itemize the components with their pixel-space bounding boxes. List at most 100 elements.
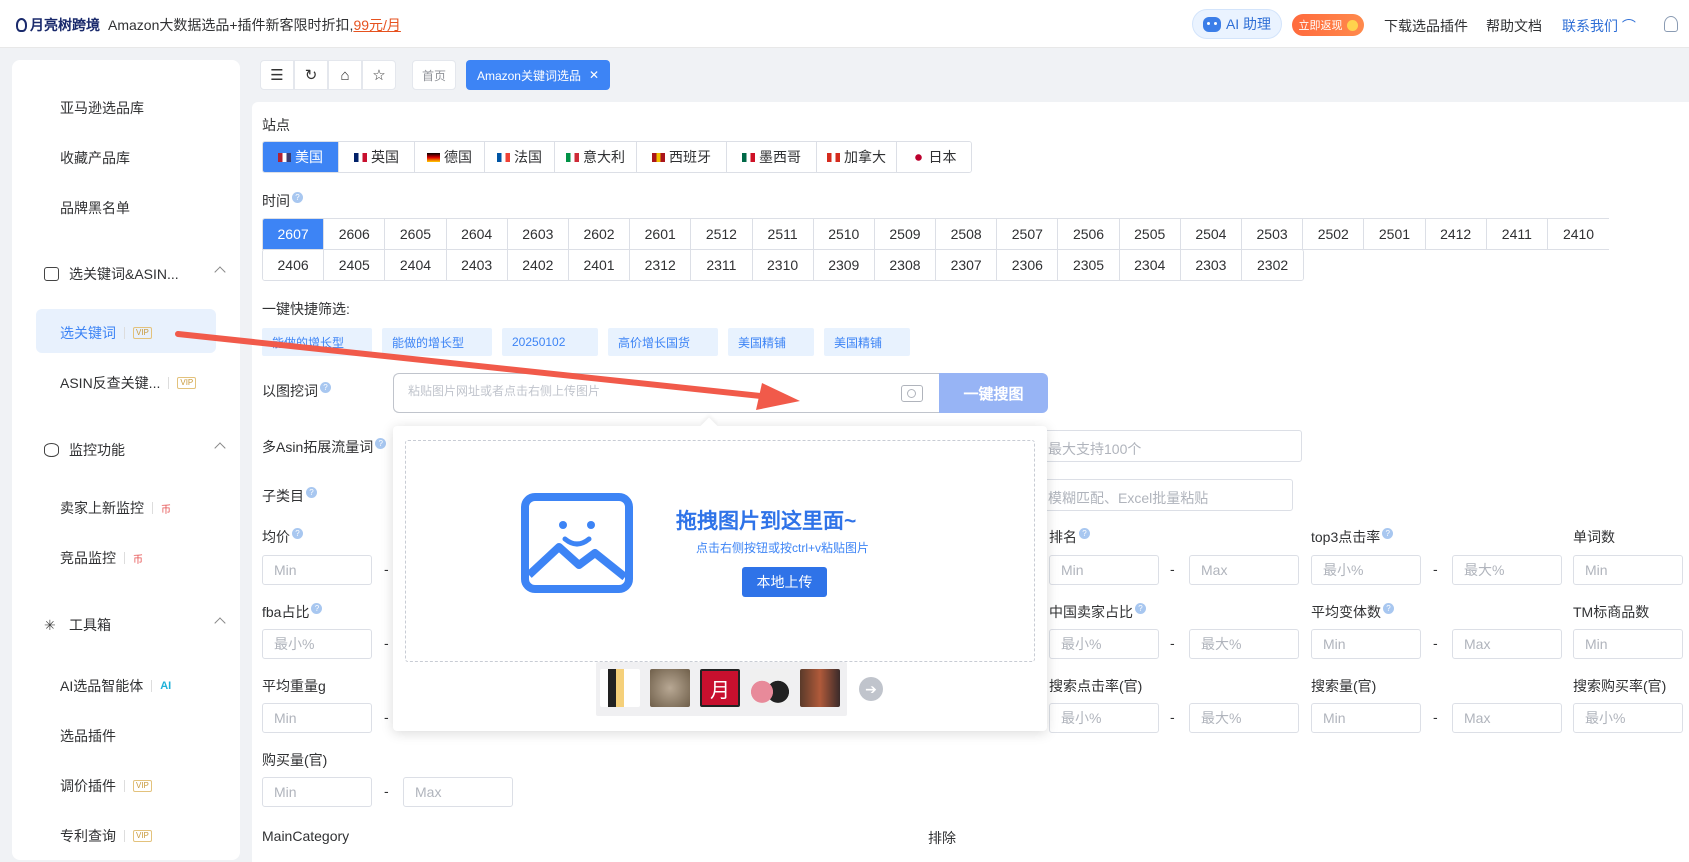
- time-option[interactable]: 2406: [263, 250, 325, 280]
- time-option[interactable]: 2306: [997, 250, 1059, 280]
- time-option[interactable]: 2410: [1547, 219, 1610, 249]
- top3-ctr-min-input[interactable]: 最小%: [1311, 555, 1421, 585]
- local-upload-button[interactable]: 本地上传: [742, 567, 827, 597]
- time-option[interactable]: 2401: [568, 250, 631, 280]
- site-option-5[interactable]: 西班牙: [637, 142, 727, 172]
- help-icon[interactable]: ?: [306, 487, 317, 499]
- help-icon[interactable]: ?: [292, 192, 303, 204]
- cn-seller-min-input[interactable]: 最小%: [1049, 629, 1159, 659]
- time-option[interactable]: 2505: [1119, 219, 1181, 249]
- subcategory-input[interactable]: 模糊匹配、Excel批量粘贴: [1037, 479, 1293, 511]
- image-url-field[interactable]: [393, 373, 939, 413]
- time-option[interactable]: 2304: [1119, 250, 1181, 280]
- logo[interactable]: 月亮树跨境: [16, 15, 100, 35]
- help-icon[interactable]: ?: [375, 438, 387, 450]
- sidebar-group-monitor[interactable]: 监控功能: [44, 440, 226, 460]
- site-option-1[interactable]: 英国: [339, 142, 415, 172]
- tm-count-min-input[interactable]: Min: [1573, 629, 1683, 659]
- camera-icon[interactable]: [901, 385, 923, 402]
- time-option[interactable]: 2307: [936, 250, 998, 280]
- time-option[interactable]: 2310: [752, 250, 814, 280]
- image-drop-zone[interactable]: 拖拽图片到这里面~ 点击右侧按钮或按ctrl+v粘贴图片 本地上传: [405, 440, 1035, 662]
- rank-max-input[interactable]: Max: [1189, 555, 1299, 585]
- time-option[interactable]: 2508: [936, 219, 998, 249]
- promo-price[interactable]: 99元/月: [353, 17, 400, 33]
- recent-image-thumb[interactable]: 月: [700, 669, 740, 707]
- tab-amazon-keywords[interactable]: Amazon关键词选品 ✕: [466, 60, 610, 90]
- time-option[interactable]: 2412: [1425, 219, 1487, 249]
- site-option-3[interactable]: 法国: [485, 142, 555, 172]
- site-option-2[interactable]: 德国: [415, 142, 485, 172]
- site-option-8[interactable]: 日本: [897, 142, 971, 172]
- rank-min-input[interactable]: Min: [1049, 555, 1159, 585]
- time-option[interactable]: 2604: [446, 219, 508, 249]
- help-icon[interactable]: ?: [1135, 603, 1146, 615]
- sidebar-group-tools[interactable]: ✳ 工具箱: [44, 615, 226, 635]
- quick-filter-1[interactable]: 能做的增长型: [262, 328, 372, 356]
- time-option[interactable]: 2601: [630, 219, 692, 249]
- time-option[interactable]: 2302: [1242, 250, 1304, 280]
- sidebar-item-seller-monitor[interactable]: 卖家上新监控 币: [60, 498, 171, 518]
- time-option[interactable]: 2602: [568, 219, 631, 249]
- time-option[interactable]: 2603: [507, 219, 569, 249]
- time-option[interactable]: 2504: [1180, 219, 1242, 249]
- time-option[interactable]: 2607: [263, 219, 325, 249]
- time-option[interactable]: 2510: [813, 219, 875, 249]
- close-icon[interactable]: ✕: [589, 68, 599, 82]
- time-option[interactable]: 2308: [874, 250, 937, 280]
- sidebar-item-asin-reverse[interactable]: ASIN反查关键... VIP: [60, 373, 197, 393]
- time-option[interactable]: 2502: [1303, 219, 1365, 249]
- time-option[interactable]: 2506: [1058, 219, 1120, 249]
- site-option-4[interactable]: 意大利: [555, 142, 637, 172]
- help-icon[interactable]: ?: [292, 528, 303, 540]
- sidebar-item-favorites[interactable]: 收藏产品库: [60, 148, 130, 168]
- image-search-button[interactable]: 一键搜图: [939, 373, 1048, 413]
- time-option[interactable]: 2507: [997, 219, 1059, 249]
- search-ctr-min-input[interactable]: 最小%: [1049, 703, 1159, 733]
- site-option-0[interactable]: 美国: [263, 142, 339, 172]
- avg-price-min-input[interactable]: Min: [262, 555, 372, 585]
- time-option[interactable]: 2509: [874, 219, 937, 249]
- recent-image-thumb[interactable]: [800, 669, 840, 707]
- tab-home[interactable]: 首页: [412, 60, 456, 90]
- help-icon[interactable]: ?: [320, 382, 331, 394]
- time-option[interactable]: 2404: [385, 250, 447, 280]
- time-option[interactable]: 2606: [324, 219, 386, 249]
- sidebar-item-competitor-monitor[interactable]: 竞品监控 币: [60, 548, 143, 568]
- site-option-7[interactable]: 加拿大: [817, 142, 897, 172]
- top3-ctr-max-input[interactable]: 最大%: [1452, 555, 1562, 585]
- purchase-min-input[interactable]: Min: [262, 777, 372, 807]
- search-ctr-max-input[interactable]: 最大%: [1189, 703, 1299, 733]
- next-arrow-icon[interactable]: ➔: [859, 677, 883, 701]
- user-icon[interactable]: [1664, 16, 1678, 32]
- sidebar-item-amazon-library[interactable]: 亚马逊选品库: [60, 98, 144, 118]
- word-count-min-input[interactable]: Min: [1573, 555, 1683, 585]
- promo-banner[interactable]: Amazon大数据选品+插件新客限时折扣,99元/月: [108, 15, 401, 35]
- time-option[interactable]: 2309: [813, 250, 875, 280]
- refresh-icon[interactable]: ↻: [294, 60, 328, 90]
- time-option[interactable]: 2411: [1486, 219, 1548, 249]
- search-purchase-rate-min-input[interactable]: 最小%: [1573, 703, 1683, 733]
- time-option[interactable]: 2511: [752, 219, 814, 249]
- purchase-max-input[interactable]: Max: [403, 777, 513, 807]
- time-option[interactable]: 2503: [1242, 219, 1304, 249]
- rebate-button[interactable]: 立即返现: [1292, 14, 1364, 36]
- multi-asin-textarea[interactable]: 最大支持100个: [1037, 430, 1302, 462]
- time-option[interactable]: 2311: [691, 250, 753, 280]
- site-option-6[interactable]: 墨西哥: [727, 142, 817, 172]
- sidebar-group-keywords[interactable]: 选关键词&ASIN...: [44, 264, 226, 284]
- sidebar-item-price-plugin[interactable]: 调价插件 VIP: [60, 776, 152, 796]
- quick-filter-6[interactable]: 美国精铺: [824, 328, 910, 356]
- quick-filter-2[interactable]: 能做的增长型: [382, 328, 492, 356]
- time-option[interactable]: 2312: [630, 250, 692, 280]
- search-volume-min-input[interactable]: Min: [1311, 703, 1421, 733]
- time-option[interactable]: 2403: [446, 250, 508, 280]
- sidebar-item-ai-agent[interactable]: AI选品智能体 AI: [60, 676, 171, 696]
- quick-filter-5[interactable]: 美国精铺: [728, 328, 814, 356]
- help-icon[interactable]: ?: [1382, 528, 1394, 540]
- time-option[interactable]: 2501: [1364, 219, 1426, 249]
- sidebar-item-plugin[interactable]: 选品插件: [60, 726, 116, 746]
- time-option[interactable]: 2405: [324, 250, 386, 280]
- time-option[interactable]: 2305: [1058, 250, 1120, 280]
- recent-image-thumb[interactable]: [650, 669, 690, 707]
